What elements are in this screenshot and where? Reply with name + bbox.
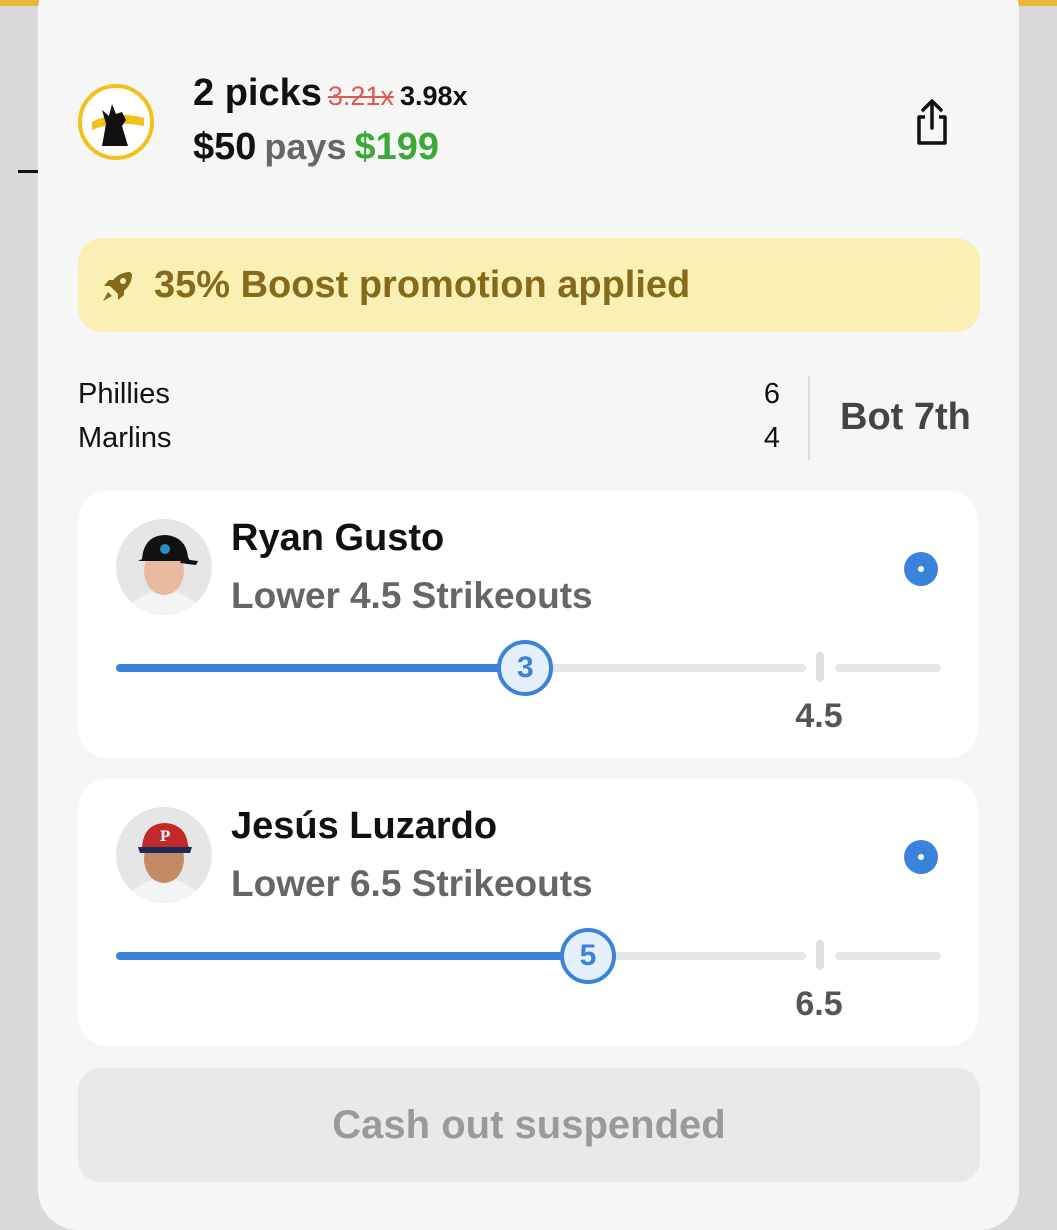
share-icon — [917, 99, 947, 145]
pick-direction: Lower — [231, 575, 340, 616]
progress-track-tail — [835, 952, 941, 960]
live-status-icon — [904, 552, 938, 586]
pick-card[interactable]: P Jesús Luzardo Lower 6.5 Strikeouts 5 6.… — [78, 779, 978, 1046]
share-button[interactable] — [910, 98, 954, 148]
payout-summary: $50 pays $199 — [193, 126, 439, 169]
boosted-multiplier: 3.98x — [399, 81, 468, 111]
background-accent-left — [0, 0, 40, 6]
line-marker — [816, 940, 824, 970]
background-divider — [18, 170, 40, 173]
original-multiplier: 3.21x — [327, 81, 394, 111]
line-marker — [816, 652, 824, 682]
promo-banner: 35% Boost promotion applied — [78, 238, 980, 332]
current-value-knob: 5 — [560, 928, 616, 984]
player-avatar: P — [116, 807, 212, 903]
rocket-icon — [103, 272, 132, 301]
pick-line: Lower 6.5 Strikeouts — [231, 863, 603, 905]
cash-out-button[interactable]: Cash out suspended — [78, 1068, 980, 1182]
progress-track — [116, 664, 806, 672]
payout-amount: $199 — [354, 126, 440, 168]
live-status-icon — [904, 840, 938, 874]
line-value: 6.5 — [795, 985, 843, 1023]
player-name: Ryan Gusto — [231, 517, 445, 559]
team-name-away: Marlins — [78, 422, 172, 454]
promo-text: 35% Boost promotion applied — [154, 264, 691, 306]
team-name-home: Phillies — [78, 378, 170, 410]
pick-line: Lower 4.5 Strikeouts — [231, 575, 603, 617]
progress-track-tail — [835, 664, 941, 672]
pick-stat-line: 4.5 Strikeouts — [349, 575, 593, 616]
game-inning: Bot 7th — [840, 396, 971, 438]
pick-direction: Lower — [231, 863, 340, 904]
current-value-knob: 3 — [497, 640, 554, 696]
team-score-away: 4 — [763, 422, 780, 454]
brand-logo — [78, 84, 154, 160]
player-avatar — [116, 519, 212, 615]
picks-count: 2 picks — [193, 72, 322, 114]
pick-stat-line: 6.5 Strikeouts — [349, 863, 593, 904]
team-score-home: 6 — [763, 378, 780, 410]
picks-summary: 2 picks 3.21x 3.98x — [193, 72, 468, 120]
progress-fill — [116, 664, 526, 672]
svg-text:P: P — [160, 829, 171, 845]
player-name: Jesús Luzardo — [231, 805, 498, 847]
score-divider — [808, 376, 810, 460]
pays-label: pays — [264, 126, 347, 167]
stake-amount: $50 — [193, 126, 257, 168]
line-value: 4.5 — [795, 697, 843, 735]
cash-out-label: Cash out suspended — [332, 1102, 726, 1147]
pick-card[interactable]: Ryan Gusto Lower 4.5 Strikeouts 3 4.5 — [78, 491, 978, 758]
progress-track — [116, 952, 806, 960]
progress-fill — [116, 952, 588, 960]
